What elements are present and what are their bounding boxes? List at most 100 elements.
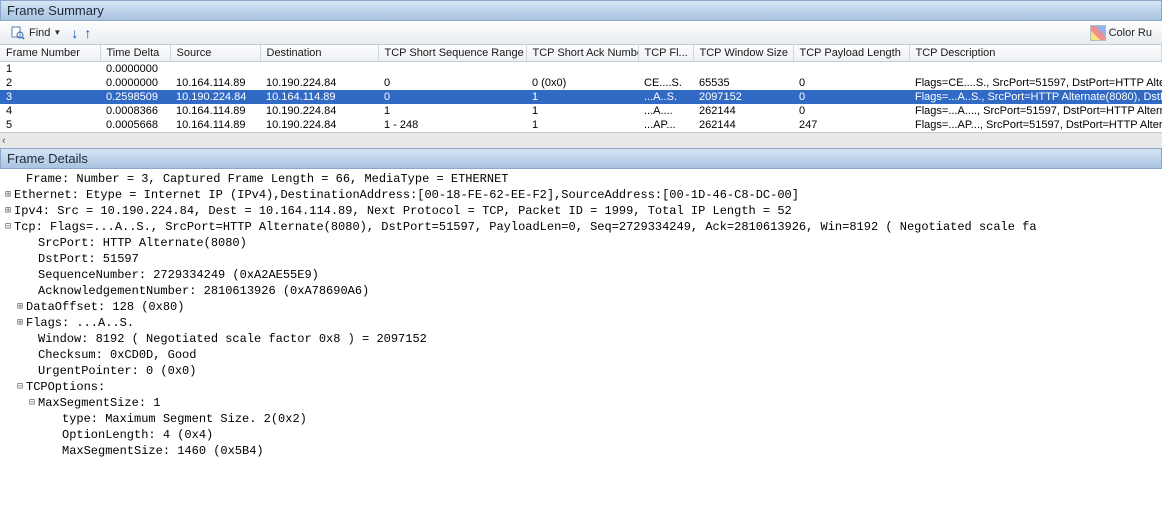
tree-text: SequenceNumber: 2729334249 (0xA2AE55E9): [38, 267, 319, 283]
cell: 262144: [693, 118, 793, 132]
cell: [638, 62, 693, 77]
col-tcp-seq-range[interactable]: TCP Short Sequence Range: [378, 45, 526, 62]
frame-details-header: Frame Details: [0, 148, 1162, 169]
cell: 1: [0, 62, 100, 77]
frame-summary-header: Frame Summary: [0, 0, 1162, 21]
expand-icon[interactable]: ⊞: [2, 204, 14, 220]
cell: Flags=...A..S., SrcPort=HTTP Alternate(8…: [909, 90, 1162, 104]
col-destination[interactable]: Destination: [260, 45, 378, 62]
tree-text: TCPOptions:: [26, 379, 105, 395]
cell: 10.164.114.89: [260, 90, 378, 104]
collapse-icon[interactable]: ⊟: [26, 396, 38, 412]
chevron-down-icon: ▼: [53, 28, 61, 37]
tree-text: OptionLength: 4 (0x4): [62, 427, 213, 443]
tree-line[interactable]: · Frame: Number = 3, Captured Frame Leng…: [2, 171, 1162, 187]
color-rules-label: Color Ru: [1109, 27, 1152, 39]
cell: 0.0000000: [100, 62, 170, 77]
cell: 10.164.114.89: [170, 76, 260, 90]
find-next-button[interactable]: ↓: [71, 25, 78, 41]
expand-icon[interactable]: ⊞: [14, 300, 26, 316]
cell: 10.190.224.84: [260, 76, 378, 90]
col-tcp-description[interactable]: TCP Description: [909, 45, 1162, 62]
cell: CE....S.: [638, 76, 693, 90]
tree-line[interactable]: ⊞ DataOffset: 128 (0x80): [2, 299, 1162, 315]
tree-text: DataOffset: 128 (0x80): [26, 299, 184, 315]
cell: [526, 62, 638, 77]
tree-line[interactable]: · type: Maximum Segment Size. 2(0x2): [2, 411, 1162, 427]
tree-line[interactable]: · SequenceNumber: 2729334249 (0xA2AE55E9…: [2, 267, 1162, 283]
collapse-icon[interactable]: ⊟: [2, 220, 14, 236]
cell: 0.2598509: [100, 90, 170, 104]
cell: 3: [0, 90, 100, 104]
cell: 1 - 248: [378, 118, 526, 132]
cell: [378, 62, 526, 77]
cell: Flags=...AP..., SrcPort=51597, DstPort=H…: [909, 118, 1162, 132]
cell: 0: [793, 76, 909, 90]
tree-line[interactable]: · UrgentPointer: 0 (0x0): [2, 363, 1162, 379]
cell: [693, 62, 793, 77]
col-tcp-window[interactable]: TCP Window Size: [693, 45, 793, 62]
cell: 1: [526, 104, 638, 118]
tree-text: DstPort: 51597: [38, 251, 139, 267]
tree-line[interactable]: ⊟ Tcp: Flags=...A..S., SrcPort=HTTP Alte…: [2, 219, 1162, 235]
frame-summary-table[interactable]: Frame Number Time Delta Source Destinati…: [0, 45, 1162, 132]
summary-toolbar: Find ▼ ↓ ↑ Color Ru: [0, 21, 1162, 45]
tree-text: MaxSegmentSize: 1: [38, 395, 160, 411]
cell: [260, 62, 378, 77]
col-tcp-ack[interactable]: TCP Short Ack Number: [526, 45, 638, 62]
cell: 262144: [693, 104, 793, 118]
find-prev-button[interactable]: ↑: [84, 25, 91, 41]
table-row[interactable]: 20.000000010.164.114.8910.190.224.84 0 0 (…: [0, 76, 1162, 90]
collapse-icon[interactable]: ⊟: [14, 380, 26, 396]
cell: 0: [793, 104, 909, 118]
cell: 4: [0, 104, 100, 118]
cell: 10.190.224.84: [170, 90, 260, 104]
table-row[interactable]: 40.000836610.164.114.8910.190.224.8411..…: [0, 104, 1162, 118]
cell: 0.0008366: [100, 104, 170, 118]
cell: 0: [378, 90, 526, 104]
table-row[interactable]: 10.0000000: [0, 62, 1162, 77]
cell: 5: [0, 118, 100, 132]
color-rules-button[interactable]: Color Ru: [1086, 24, 1156, 42]
cell: ...A..S.: [638, 90, 693, 104]
scroll-left-icon[interactable]: ‹: [2, 135, 6, 147]
color-rules-icon: [1090, 25, 1106, 41]
col-tcp-payload[interactable]: TCP Payload Length: [793, 45, 909, 62]
hscrollbar[interactable]: ‹: [0, 132, 1162, 148]
tree-line[interactable]: ⊟ TCPOptions:: [2, 379, 1162, 395]
tree-line[interactable]: ⊞ Flags: ...A..S.: [2, 315, 1162, 331]
cell: 65535: [693, 76, 793, 90]
cell: 247: [793, 118, 909, 132]
tree-line[interactable]: ⊟ MaxSegmentSize: 1: [2, 395, 1162, 411]
tree-text: Window: 8192 ( Negotiated scale factor 0…: [38, 331, 427, 347]
tree-text: Ethernet: Etype = Internet IP (IPv4),Des…: [14, 187, 799, 203]
frame-details-tree[interactable]: · Frame: Number = 3, Captured Frame Leng…: [0, 169, 1162, 461]
tree-text: type: Maximum Segment Size. 2(0x2): [62, 411, 307, 427]
expand-icon[interactable]: ⊞: [14, 316, 26, 332]
tree-line[interactable]: ⊞ Ipv4: Src = 10.190.224.84, Dest = 10.1…: [2, 203, 1162, 219]
cell: [909, 62, 1162, 77]
find-button[interactable]: Find ▼: [6, 24, 65, 42]
find-icon: [10, 25, 26, 41]
cell: 1: [378, 104, 526, 118]
col-source[interactable]: Source: [170, 45, 260, 62]
tree-line[interactable]: · Checksum: 0xCD0D, Good: [2, 347, 1162, 363]
tree-text: Ipv4: Src = 10.190.224.84, Dest = 10.164…: [14, 203, 792, 219]
cell: 0.0000000: [100, 76, 170, 90]
table-row[interactable]: 50.000566810.164.114.8910.190.224.841 - …: [0, 118, 1162, 132]
tree-line[interactable]: · MaxSegmentSize: 1460 (0x5B4): [2, 443, 1162, 459]
table-row[interactable]: 30.259850910.190.224.8410.164.114.8901..…: [0, 90, 1162, 104]
cell: 2: [0, 76, 100, 90]
tree-line[interactable]: · OptionLength: 4 (0x4): [2, 427, 1162, 443]
col-tcp-flags[interactable]: TCP Fl...: [638, 45, 693, 62]
col-time-delta[interactable]: Time Delta: [100, 45, 170, 62]
tree-text: Frame: Number = 3, Captured Frame Length…: [26, 171, 508, 187]
cell: 0 (0x0): [526, 76, 638, 90]
col-frame-number[interactable]: Frame Number: [0, 45, 100, 62]
tree-line[interactable]: · SrcPort: HTTP Alternate(8080): [2, 235, 1162, 251]
tree-line[interactable]: · DstPort: 51597: [2, 251, 1162, 267]
expand-icon[interactable]: ⊞: [2, 188, 14, 204]
tree-line[interactable]: · AcknowledgementNumber: 2810613926 (0xA…: [2, 283, 1162, 299]
tree-line[interactable]: · Window: 8192 ( Negotiated scale factor…: [2, 331, 1162, 347]
tree-line[interactable]: ⊞ Ethernet: Etype = Internet IP (IPv4),D…: [2, 187, 1162, 203]
